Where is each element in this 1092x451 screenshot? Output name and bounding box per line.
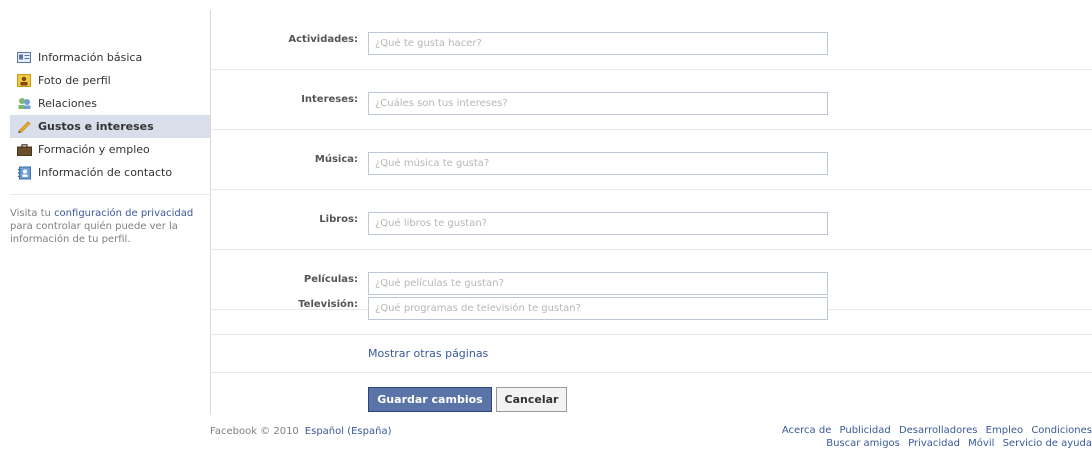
sidebar-item-label: Gustos e intereses [38,120,154,133]
sidebar-item-contact-info[interactable]: Información de contacto [10,161,210,184]
sidebar-item-basic-info[interactable]: Información básica [10,46,210,69]
sidebar-item-label: Relaciones [38,97,98,110]
profile-sidebar: Información básica Foto de perfil Relaci… [10,46,210,246]
form-row-interests: Intereses: [211,70,1092,130]
sidebar-item-profile-photo[interactable]: Foto de perfil [10,69,210,92]
page-footer: Facebook © 2010 Español (España) Acerca d… [210,420,1092,451]
footer-link-careers[interactable]: Empleo [986,425,1023,436]
show-more-pages-link[interactable]: Mostrar otras páginas [368,347,488,360]
footer-link-advertising[interactable]: Publicidad [840,425,891,436]
sidebar-item-label: Información básica [38,51,143,64]
books-label: Libros: [319,214,358,225]
footer-link-find-friends[interactable]: Buscar amigos [826,438,900,449]
cancel-button[interactable]: Cancelar [496,387,567,412]
footer-link-about[interactable]: Acerca de [782,425,832,436]
sidebar-item-label: Foto de perfil [38,74,111,87]
footer-link-privacy[interactable]: Privacidad [908,438,960,449]
sidebar-item-label: Información de contacto [38,166,173,179]
television-input[interactable] [368,297,828,320]
footer-link-developers[interactable]: Desarrolladores [899,425,978,436]
privacy-note-suffix: para controlar quién puede ver la inform… [10,221,178,245]
interests-label: Intereses: [301,94,358,105]
sidebar-divider [10,194,210,195]
footer-links-row-2: Buscar amigos Privacidad Móvil Servicio … [712,437,1092,450]
save-changes-button[interactable]: Guardar cambios [368,387,492,412]
footer-link-help[interactable]: Servicio de ayuda [1003,438,1092,449]
sidebar-item-education-work[interactable]: Formación y empleo [10,138,210,161]
info-card-icon [16,51,32,65]
sidebar-item-interests[interactable]: Gustos e intereses [10,115,210,138]
form-row-activities: Actividades: [211,10,1092,70]
footer-copyright: Facebook © 2010 Español (España) [210,426,392,437]
form-row-television-field: Televisión: [211,275,1092,335]
pencil-icon [16,120,32,134]
interests-input[interactable] [368,92,828,115]
footer-links-row-1: Acerca de Publicidad Desarrolladores Emp… [712,424,1092,437]
relationships-icon [16,97,32,111]
form-row-books: Libros: [211,190,1092,250]
privacy-settings-link[interactable]: configuración de privacidad [54,208,193,219]
contact-book-icon [16,166,32,180]
more-pages-divider [211,372,1092,373]
language-link[interactable]: Español (España) [305,426,392,437]
music-label: Música: [314,154,358,165]
privacy-note-prefix: Visita tu [10,208,55,219]
privacy-note: Visita tu configuración de privacidad pa… [10,207,205,246]
sidebar-item-relationships[interactable]: Relaciones [10,92,210,115]
television-label: Televisión: [298,299,358,310]
books-input[interactable] [368,212,828,235]
profile-photo-icon [16,74,32,88]
copyright-text: Facebook © 2010 [210,426,299,437]
interests-form: Actividades: Intereses: Música: Libros: … [210,10,1092,415]
footer-links: Acerca de Publicidad Desarrolladores Emp… [712,424,1092,450]
activities-input[interactable] [368,32,828,55]
footer-link-mobile[interactable]: Móvil [968,438,994,449]
activities-label: Actividades: [288,34,358,45]
sidebar-item-label: Formación y empleo [38,143,150,156]
music-input[interactable] [368,152,828,175]
footer-link-terms[interactable]: Condiciones [1031,425,1092,436]
briefcase-icon [16,143,32,157]
form-row-music: Música: [211,130,1092,190]
